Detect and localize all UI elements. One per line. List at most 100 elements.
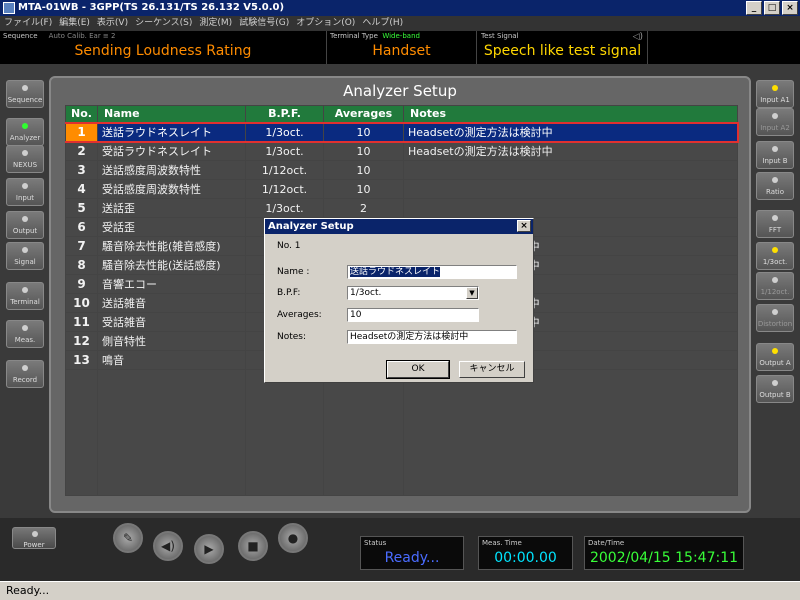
row-name: 音響エコー (97, 274, 246, 294)
menu-sequence[interactable]: シーケンス(S) (135, 16, 192, 31)
input-a1-button[interactable]: Input A1 (756, 80, 794, 108)
maximize-button[interactable]: □ (764, 1, 780, 15)
table-header: No. Name B.P.F. Averages Notes (65, 105, 738, 123)
ratio-button[interactable]: Ratio (756, 172, 794, 200)
sequence-value: Sending Loudness Rating (74, 43, 252, 59)
output-button[interactable]: Output (6, 211, 44, 239)
ok-button[interactable]: OK (386, 360, 450, 379)
distortion-button[interactable]: Distortion (756, 304, 794, 332)
averages-field[interactable]: 10 (347, 308, 479, 322)
meas-button[interactable]: Meas. (6, 320, 44, 348)
input-a2-button[interactable]: Input A2 (756, 108, 794, 136)
empty-cell (323, 369, 404, 496)
datetime-value: 2002/04/15 15:47:11 (589, 550, 739, 566)
ratio-label: Ratio (766, 188, 784, 196)
app-icon (3, 2, 15, 14)
led-icon (22, 325, 28, 331)
meas-button-label: Meas. (14, 336, 36, 344)
sequence-button[interactable]: Sequence (6, 80, 44, 108)
row-name: 受話感度周波数特性 (97, 179, 246, 199)
power-button[interactable]: Power (12, 527, 56, 549)
led-icon (22, 216, 28, 222)
third-oct-button[interactable]: 1/3oct. (756, 242, 794, 270)
row-name: 騒音除去性能(送話感度) (97, 255, 246, 275)
minimize-button[interactable]: _ (746, 1, 762, 15)
close-button[interactable]: × (782, 1, 798, 15)
led-icon (22, 85, 28, 91)
name-field[interactable]: 送話ラウドネスレイト (347, 265, 517, 279)
distortion-label: Distortion (757, 320, 793, 328)
signal-display: Test Signal Speech like test signal ◁) (478, 31, 648, 64)
nexus-button-label: NEXUS (12, 161, 38, 169)
input-b-button[interactable]: Input B (756, 141, 794, 169)
row-no: 10 (65, 293, 98, 313)
col-averages[interactable]: Averages (323, 105, 404, 123)
col-no[interactable]: No. (65, 105, 98, 123)
table-row[interactable]: 1 送話ラウドネスレイト 1/3oct. 10 Headsetの測定方法は検討中 (65, 121, 739, 143)
stop-button[interactable]: ■ (238, 531, 268, 561)
row-notes: Headsetの測定方法は検討中 (403, 121, 739, 143)
sound-button[interactable]: ◀) (153, 531, 183, 561)
terminal-sub: Wide-band (382, 32, 420, 40)
menu-measure[interactable]: 測定(M) (199, 16, 232, 31)
signal-button[interactable]: Signal (6, 242, 44, 270)
menu-options[interactable]: オプション(O) (296, 16, 355, 31)
cancel-button[interactable]: キャンセル (459, 361, 525, 378)
record-button[interactable]: Record (6, 360, 44, 388)
col-bpf[interactable]: B.P.F. (245, 105, 324, 123)
output-a-button[interactable]: Output A (756, 343, 794, 371)
input-b-label: Input B (762, 157, 788, 165)
row-notes (403, 198, 738, 218)
menu-test-signal[interactable]: 試験信号(G) (239, 16, 289, 31)
empty-cell (97, 369, 246, 496)
output-b-button[interactable]: Output B (756, 375, 794, 403)
table-row[interactable]: 2 受話ラウドネスレイト 1/3oct. 10 Headsetの測定方法は検討中 (65, 141, 738, 161)
play-button[interactable]: ▶ (194, 534, 224, 564)
status-value: Ready... (384, 550, 440, 566)
dialog-title-bar: Analyzer Setup × (265, 219, 533, 234)
terminal-display: Terminal Type Wide-band Handset (327, 31, 477, 64)
menu-help[interactable]: ヘルプ(H) (362, 16, 403, 31)
notes-field[interactable]: Headsetの測定方法は検討中 (347, 330, 517, 344)
row-no: 5 (65, 198, 98, 218)
table-row[interactable]: 5 送話歪 1/3oct. 2 (65, 198, 738, 218)
dialog-close-button[interactable]: × (517, 220, 531, 232)
led-icon (22, 365, 28, 371)
row-averages: 10 (323, 179, 404, 199)
title-bar: MTA-01WB - 3GPP(TS 26.131/TS 26.132 V5.0… (0, 0, 800, 16)
row-name: 受話ラウドネスレイト (97, 141, 246, 161)
edit-button[interactable]: ✎ (113, 523, 143, 553)
col-name[interactable]: Name (97, 105, 246, 123)
twelfth-oct-button[interactable]: 1/12oct. (756, 272, 794, 300)
nexus-button[interactable]: NEXUS (6, 145, 44, 173)
row-notes: Headsetの測定方法は検討中 (403, 141, 738, 161)
chevron-down-icon[interactable]: ▼ (466, 287, 478, 299)
fft-button[interactable]: FFT (756, 210, 794, 238)
menu-file[interactable]: ファイル(F) (4, 16, 52, 31)
menu-view[interactable]: 表示(V) (97, 16, 128, 31)
terminal-button[interactable]: Terminal (6, 282, 44, 310)
row-bpf: 1/3oct. (245, 198, 324, 218)
speaker-icon: ◀) (161, 539, 175, 553)
analyzer-button-label: Analyzer (9, 134, 41, 142)
led-icon (772, 309, 778, 315)
input-button[interactable]: Input (6, 178, 44, 206)
col-notes[interactable]: Notes (403, 105, 738, 123)
row-no: 7 (65, 236, 98, 256)
name-value: 送話ラウドネスレイト (350, 267, 441, 277)
bpf-value: 1/3oct. (350, 288, 382, 298)
bpf-label: B.P.F: (277, 288, 301, 298)
analyzer-button[interactable]: Analyzer (6, 118, 44, 146)
table-row[interactable]: 3 送話感度周波数特性 1/12oct. 10 (65, 160, 738, 180)
table-row[interactable]: 4 受話感度周波数特性 1/12oct. 10 (65, 179, 738, 199)
status-label: Status (364, 539, 387, 547)
row-no: 4 (65, 179, 98, 199)
meas-time-label: Meas. Time (482, 539, 522, 547)
bpf-select[interactable]: 1/3oct. ▼ (347, 286, 479, 300)
record-round-button[interactable]: ● (278, 523, 308, 553)
row-no: 6 (65, 217, 98, 237)
row-no: 1 (65, 121, 98, 143)
name-label: Name : (277, 267, 310, 277)
menu-edit[interactable]: 編集(E) (59, 16, 90, 31)
sequence-button-label: Sequence (7, 96, 43, 104)
